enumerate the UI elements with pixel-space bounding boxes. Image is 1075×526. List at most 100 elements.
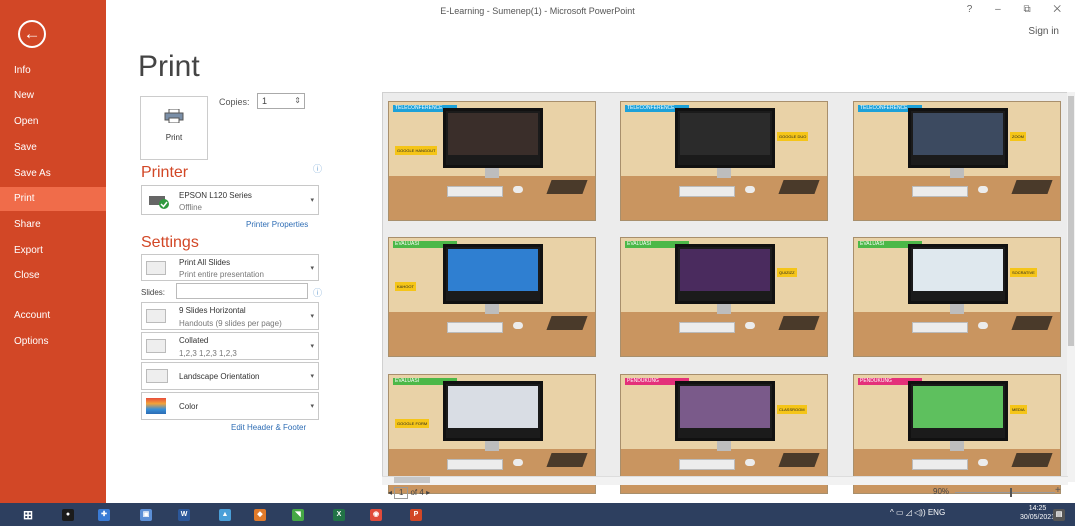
clock[interactable]: 14:25 30/05/2021 (1020, 504, 1055, 522)
zoom-level: 90% (933, 487, 950, 496)
paint-app-icon[interactable]: ◆ (254, 509, 266, 521)
zoom-in-icon[interactable]: + (1055, 485, 1061, 496)
info-icon[interactable]: ⓘ (313, 286, 322, 299)
monitor-icon (908, 108, 1008, 168)
keyboard-icon (679, 322, 735, 333)
book-icon (1011, 316, 1053, 330)
zoom-slider-thumb[interactable] (1010, 488, 1012, 497)
monitor-icon (908, 381, 1008, 441)
settings-app-icon[interactable]: ✚ (98, 509, 110, 521)
collate-subtitle: 1,2,3 1,2,3 1,2,3 (179, 349, 237, 358)
keyboard-icon (912, 322, 968, 333)
slide-tag: GOOGLE DUO (777, 132, 809, 141)
word-app-icon[interactable]: W (178, 509, 190, 521)
monitor-stand (485, 441, 499, 451)
clock-date: 30/05/2021 (1020, 514, 1056, 521)
camera-app-icon[interactable]: ● (62, 509, 74, 521)
sidebar-item-info[interactable]: Info (0, 59, 106, 83)
copies-stepper[interactable]: 1 ⇕ (257, 93, 305, 109)
spin-arrows-icon[interactable]: ⇕ (294, 94, 301, 108)
book-icon (546, 453, 588, 467)
print-button[interactable]: Print (140, 96, 208, 160)
horizontal-scrollbar[interactable] (382, 476, 1068, 485)
keyboard-icon (912, 459, 968, 470)
sidebar-item-close[interactable]: Close (0, 264, 106, 288)
slide-tag: CLASSROOM (777, 405, 807, 414)
printer-icon (164, 109, 184, 123)
collated-icon (146, 339, 166, 353)
chevron-down-icon: ▾ (310, 313, 314, 320)
edit-header-footer-link[interactable]: Edit Header & Footer (231, 423, 306, 432)
slide-tag: QUIZIZZ (777, 268, 797, 277)
slide-tag: MEDIA (1010, 405, 1027, 414)
previous-page-icon[interactable]: ◂ (388, 488, 392, 497)
monitor-app-icon[interactable]: ▣ (140, 509, 152, 521)
slides-input[interactable] (176, 283, 308, 299)
collate-dropdown[interactable]: Collated 1,2,3 1,2,3 1,2,3 ▾ (141, 332, 319, 360)
info-icon[interactable]: ⓘ (313, 162, 322, 175)
orientation-dropdown[interactable]: Landscape Orientation ▾ (141, 362, 319, 390)
mouse-icon (978, 459, 988, 466)
monitor-icon (443, 108, 543, 168)
page-total: of 4 (410, 488, 424, 497)
book-icon (778, 316, 820, 330)
print-range-subtitle: Print entire presentation (179, 270, 264, 279)
mouse-icon (745, 459, 755, 466)
monitor-stand (485, 304, 499, 314)
sidebar-item-save[interactable]: Save (0, 136, 106, 160)
mouse-icon (513, 322, 523, 329)
windows-start-icon[interactable]: ⊞ (22, 509, 34, 521)
layout-dropdown[interactable]: 9 Slides Horizontal Handouts (9 slides p… (141, 302, 319, 330)
monitor-icon (443, 381, 543, 441)
green-app-icon[interactable]: ◥ (292, 509, 304, 521)
sidebar-item-account[interactable]: Account (0, 304, 106, 328)
sidebar-item-print[interactable]: Print (0, 187, 106, 211)
excel-app-icon[interactable]: X (333, 509, 345, 521)
mouse-icon (745, 322, 755, 329)
zoom-slider[interactable] (955, 492, 1055, 493)
sign-in-link[interactable]: Sign in (1028, 26, 1059, 37)
layout-subtitle: Handouts (9 slides per page) (179, 319, 282, 328)
next-page-icon[interactable]: ▸ (426, 488, 430, 497)
window-title: E-Learning - Sumenep(1) - Microsoft Powe… (440, 6, 635, 16)
copies-label: Copies: (219, 97, 250, 107)
chrome-app-icon[interactable]: ◉ (370, 509, 382, 521)
monitor-screen (448, 386, 538, 428)
chevron-down-icon: ▾ (310, 373, 314, 380)
printer-properties-link[interactable]: Printer Properties (246, 220, 308, 229)
vertical-scrollbar-thumb[interactable] (1068, 96, 1074, 346)
chevron-down-icon: ▾ (310, 197, 314, 204)
monitor-screen (913, 113, 1003, 155)
sidebar-item-options[interactable]: Options (0, 330, 106, 354)
mouse-icon (513, 186, 523, 193)
keyboard-icon (679, 186, 735, 197)
powerpoint-app-icon[interactable]: P (410, 509, 422, 521)
monitor-stand (717, 441, 731, 451)
slide-thumbnail: EVALUASI QUIZIZZ (620, 237, 828, 357)
monitor-icon (443, 244, 543, 304)
chevron-down-icon: ▾ (310, 403, 314, 410)
window-controls[interactable]: ? – ⧉ ✕ (967, 4, 1071, 15)
back-arrow-icon[interactable]: ← (18, 20, 46, 48)
sidebar-item-new[interactable]: New (0, 84, 106, 108)
book-icon (1011, 180, 1053, 194)
sidebar-item-share[interactable]: Share (0, 213, 106, 237)
sidebar-item-save-as[interactable]: Save As (0, 162, 106, 186)
printer-dropdown[interactable]: EPSON L120 Series Offline ▾ (141, 185, 319, 215)
monitor-screen (913, 386, 1003, 428)
horizontal-scrollbar-thumb[interactable] (394, 477, 430, 483)
photos-app-icon[interactable]: ▲ (219, 509, 231, 521)
page-number-input[interactable]: 1 (394, 487, 409, 499)
monitor-screen (448, 249, 538, 291)
keyboard-icon (679, 459, 735, 470)
clock-time: 14:25 (1028, 505, 1047, 512)
system-tray[interactable]: ^ ▭ ◿ ◁)) ENG (890, 508, 945, 517)
sidebar-item-export[interactable]: Export (0, 239, 106, 263)
notifications-icon[interactable]: ▤ (1053, 509, 1065, 521)
print-range-dropdown[interactable]: Print All Slides Print entire presentati… (141, 254, 319, 281)
book-icon (1011, 453, 1053, 467)
sidebar-item-open[interactable]: Open (0, 110, 106, 134)
color-dropdown[interactable]: Color ▾ (141, 392, 319, 420)
book-icon (546, 180, 588, 194)
book-icon (778, 453, 820, 467)
